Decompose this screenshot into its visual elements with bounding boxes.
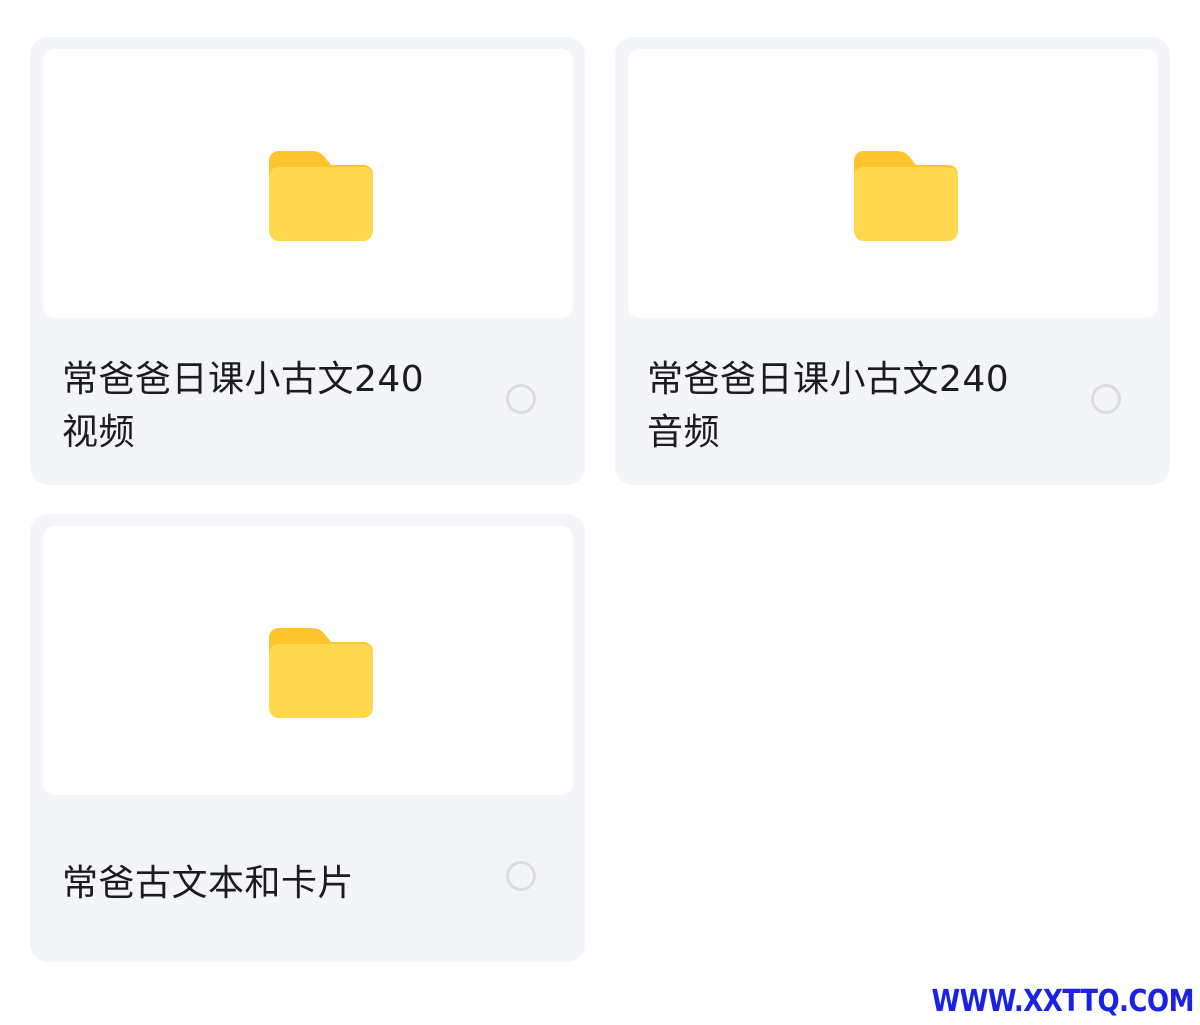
folder-thumbnail[interactable] xyxy=(628,49,1158,318)
folder-name-line: 视频 xyxy=(62,412,136,453)
folder-card[interactable]: 常爸爸日课小古文240 视频 xyxy=(30,37,585,485)
folder-name-line: 常爸古文本和卡片 xyxy=(62,863,355,904)
select-radio[interactable] xyxy=(506,861,536,891)
folder-card[interactable]: 常爸古文本和卡片 xyxy=(30,514,585,962)
folder-card[interactable]: 常爸爸日课小古文240 音频 xyxy=(615,37,1170,485)
folder-thumbnail[interactable] xyxy=(43,526,573,795)
folder-name: 常爸爸日课小古文240 音频 xyxy=(647,353,1067,459)
select-radio[interactable] xyxy=(506,384,536,414)
folder-thumbnail[interactable] xyxy=(43,49,573,318)
folder-icon xyxy=(269,151,373,241)
folder-icon xyxy=(269,628,373,718)
folder-name-line: 常爸爸日课小古文240 xyxy=(647,359,1010,400)
folder-name: 常爸爸日课小古文240 视频 xyxy=(62,353,482,459)
select-radio[interactable] xyxy=(1091,384,1121,414)
folder-name-line: 常爸爸日课小古文240 xyxy=(62,359,425,400)
folder-icon xyxy=(854,151,958,241)
folder-name-line: 音频 xyxy=(647,412,721,453)
watermark-text: WWW.XXTTQ.COM xyxy=(931,984,1195,1020)
folder-name: 常爸古文本和卡片 xyxy=(62,857,482,910)
